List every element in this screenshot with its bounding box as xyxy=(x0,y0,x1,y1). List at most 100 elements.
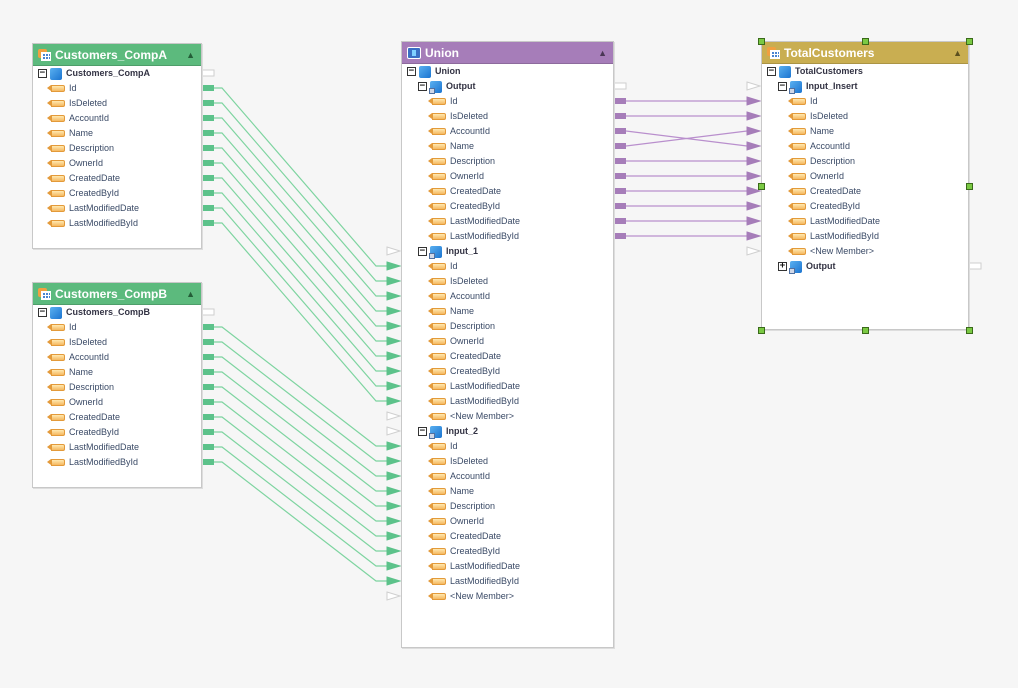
output-port[interactable] xyxy=(202,429,214,435)
output-port[interactable] xyxy=(614,203,626,209)
connection-wire[interactable] xyxy=(214,117,387,297)
input-port-connected[interactable] xyxy=(386,321,402,331)
input-port-connected[interactable] xyxy=(746,126,762,136)
field-item[interactable]: Description xyxy=(428,154,495,169)
input-port-connected[interactable] xyxy=(746,231,762,241)
connection-wire[interactable] xyxy=(214,207,387,387)
field-item[interactable]: Id xyxy=(428,94,458,109)
field-item[interactable]: Id xyxy=(788,94,818,109)
connection-wire[interactable] xyxy=(214,177,387,357)
field-item[interactable]: AccountId xyxy=(428,124,490,139)
field-item[interactable]: Id xyxy=(47,320,77,335)
tree-node[interactable]: − Customers_CompB xyxy=(38,305,150,320)
totalcustomers-component[interactable]: TotalCustomers ▲ − TotalCustomers − Input_I… xyxy=(761,41,969,330)
output-port[interactable] xyxy=(202,220,214,226)
field-item[interactable]: <New Member> xyxy=(428,409,514,424)
collapse-icon[interactable]: ▲ xyxy=(186,289,195,299)
connection-wire[interactable] xyxy=(214,326,387,447)
field-item[interactable]: OwnerId xyxy=(47,156,103,171)
field-item[interactable]: <New Member> xyxy=(788,244,874,259)
collapse-toggle-icon[interactable]: − xyxy=(767,67,776,76)
connection-wire[interactable] xyxy=(214,431,387,552)
field-item[interactable]: Name xyxy=(788,124,834,139)
field-item[interactable]: CreatedDate xyxy=(788,184,861,199)
field-item[interactable]: OwnerId xyxy=(428,334,484,349)
field-item[interactable]: CreatedDate xyxy=(428,529,501,544)
field-item[interactable]: IsDeleted xyxy=(47,96,107,111)
field-item[interactable]: AccountId xyxy=(788,139,850,154)
field-item[interactable]: Description xyxy=(47,141,114,156)
field-item[interactable]: AccountId xyxy=(47,350,109,365)
output-port[interactable] xyxy=(202,145,214,151)
input-port-connected[interactable] xyxy=(386,291,402,301)
field-item[interactable]: Description xyxy=(788,154,855,169)
input-port-connected[interactable] xyxy=(746,111,762,121)
tree-node[interactable]: − TotalCustomers xyxy=(767,64,863,79)
input-port-empty[interactable] xyxy=(386,591,402,601)
field-item[interactable]: LastModifiedDate xyxy=(428,379,520,394)
input-port-connected[interactable] xyxy=(386,351,402,361)
output-port[interactable] xyxy=(202,339,214,345)
connection-wire[interactable] xyxy=(214,341,387,462)
field-item[interactable]: Description xyxy=(428,499,495,514)
input-port-connected[interactable] xyxy=(386,456,402,466)
field-item[interactable]: CreatedDate xyxy=(428,184,501,199)
connection-wire[interactable] xyxy=(214,222,387,402)
input-port-connected[interactable] xyxy=(386,366,402,376)
connection-wire[interactable] xyxy=(214,147,387,327)
input-port-connected[interactable] xyxy=(386,276,402,286)
connection-wire[interactable] xyxy=(214,192,387,372)
input-port-connected[interactable] xyxy=(386,546,402,556)
tree-node[interactable]: − Input_1 xyxy=(418,244,478,259)
input-port-connected[interactable] xyxy=(746,156,762,166)
field-item[interactable]: OwnerId xyxy=(788,169,844,184)
customers-compa-component[interactable]: Customers_CompA ▲ − Customers_CompA Id IsDe… xyxy=(32,43,202,249)
input-port-connected[interactable] xyxy=(386,471,402,481)
collapse-toggle-icon[interactable]: − xyxy=(418,427,427,436)
field-item[interactable]: LastModifiedDate xyxy=(428,214,520,229)
connection-wire[interactable] xyxy=(214,416,387,537)
field-item[interactable]: Name xyxy=(47,365,93,380)
output-port[interactable] xyxy=(614,143,626,149)
resize-handle[interactable] xyxy=(966,327,973,334)
field-item[interactable]: LastModifiedDate xyxy=(47,440,139,455)
field-item[interactable]: LastModifiedById xyxy=(428,394,519,409)
output-port[interactable] xyxy=(202,130,214,136)
field-item[interactable]: LastModifiedById xyxy=(47,216,138,231)
resize-handle[interactable] xyxy=(862,327,869,334)
collapse-icon[interactable]: ▲ xyxy=(953,48,962,58)
tree-node[interactable]: − Output xyxy=(418,79,476,94)
connection-wire[interactable] xyxy=(214,461,387,582)
field-item[interactable]: IsDeleted xyxy=(788,109,848,124)
output-port[interactable] xyxy=(202,444,214,450)
field-item[interactable]: Id xyxy=(428,439,458,454)
output-port[interactable] xyxy=(202,369,214,375)
field-item[interactable]: Name xyxy=(428,139,474,154)
input-port-connected[interactable] xyxy=(386,531,402,541)
input-port-empty[interactable] xyxy=(386,411,402,421)
field-item[interactable]: IsDeleted xyxy=(428,109,488,124)
field-item[interactable]: CreatedById xyxy=(428,199,500,214)
field-item[interactable]: LastModifiedById xyxy=(47,455,138,470)
connection-wire[interactable] xyxy=(214,162,387,342)
union-header[interactable]: Union ▲ xyxy=(402,42,613,64)
field-item[interactable]: AccountId xyxy=(47,111,109,126)
field-item[interactable]: CreatedById xyxy=(428,544,500,559)
input-port-empty[interactable] xyxy=(386,426,402,436)
connection-wire[interactable] xyxy=(214,446,387,567)
customers-compb-component[interactable]: Customers_CompB ▲ − Customers_CompB Id IsDe… xyxy=(32,282,202,488)
tree-node[interactable]: − Customers_CompA xyxy=(38,66,150,81)
connection-wire[interactable] xyxy=(214,132,387,312)
input-port-empty[interactable] xyxy=(746,81,762,91)
output-port[interactable] xyxy=(614,113,626,119)
output-port[interactable] xyxy=(614,98,626,104)
output-port-empty[interactable] xyxy=(201,69,215,77)
field-item[interactable]: CreatedById xyxy=(788,199,860,214)
field-item[interactable]: IsDeleted xyxy=(428,274,488,289)
resize-handle[interactable] xyxy=(758,38,765,45)
connection-wire[interactable] xyxy=(214,401,387,522)
union-component[interactable]: Union ▲ − Union − Output Id IsDeleted AccountI… xyxy=(401,41,614,648)
input-port-connected[interactable] xyxy=(386,576,402,586)
collapse-toggle-icon[interactable]: − xyxy=(778,82,787,91)
input-port-connected[interactable] xyxy=(746,96,762,106)
